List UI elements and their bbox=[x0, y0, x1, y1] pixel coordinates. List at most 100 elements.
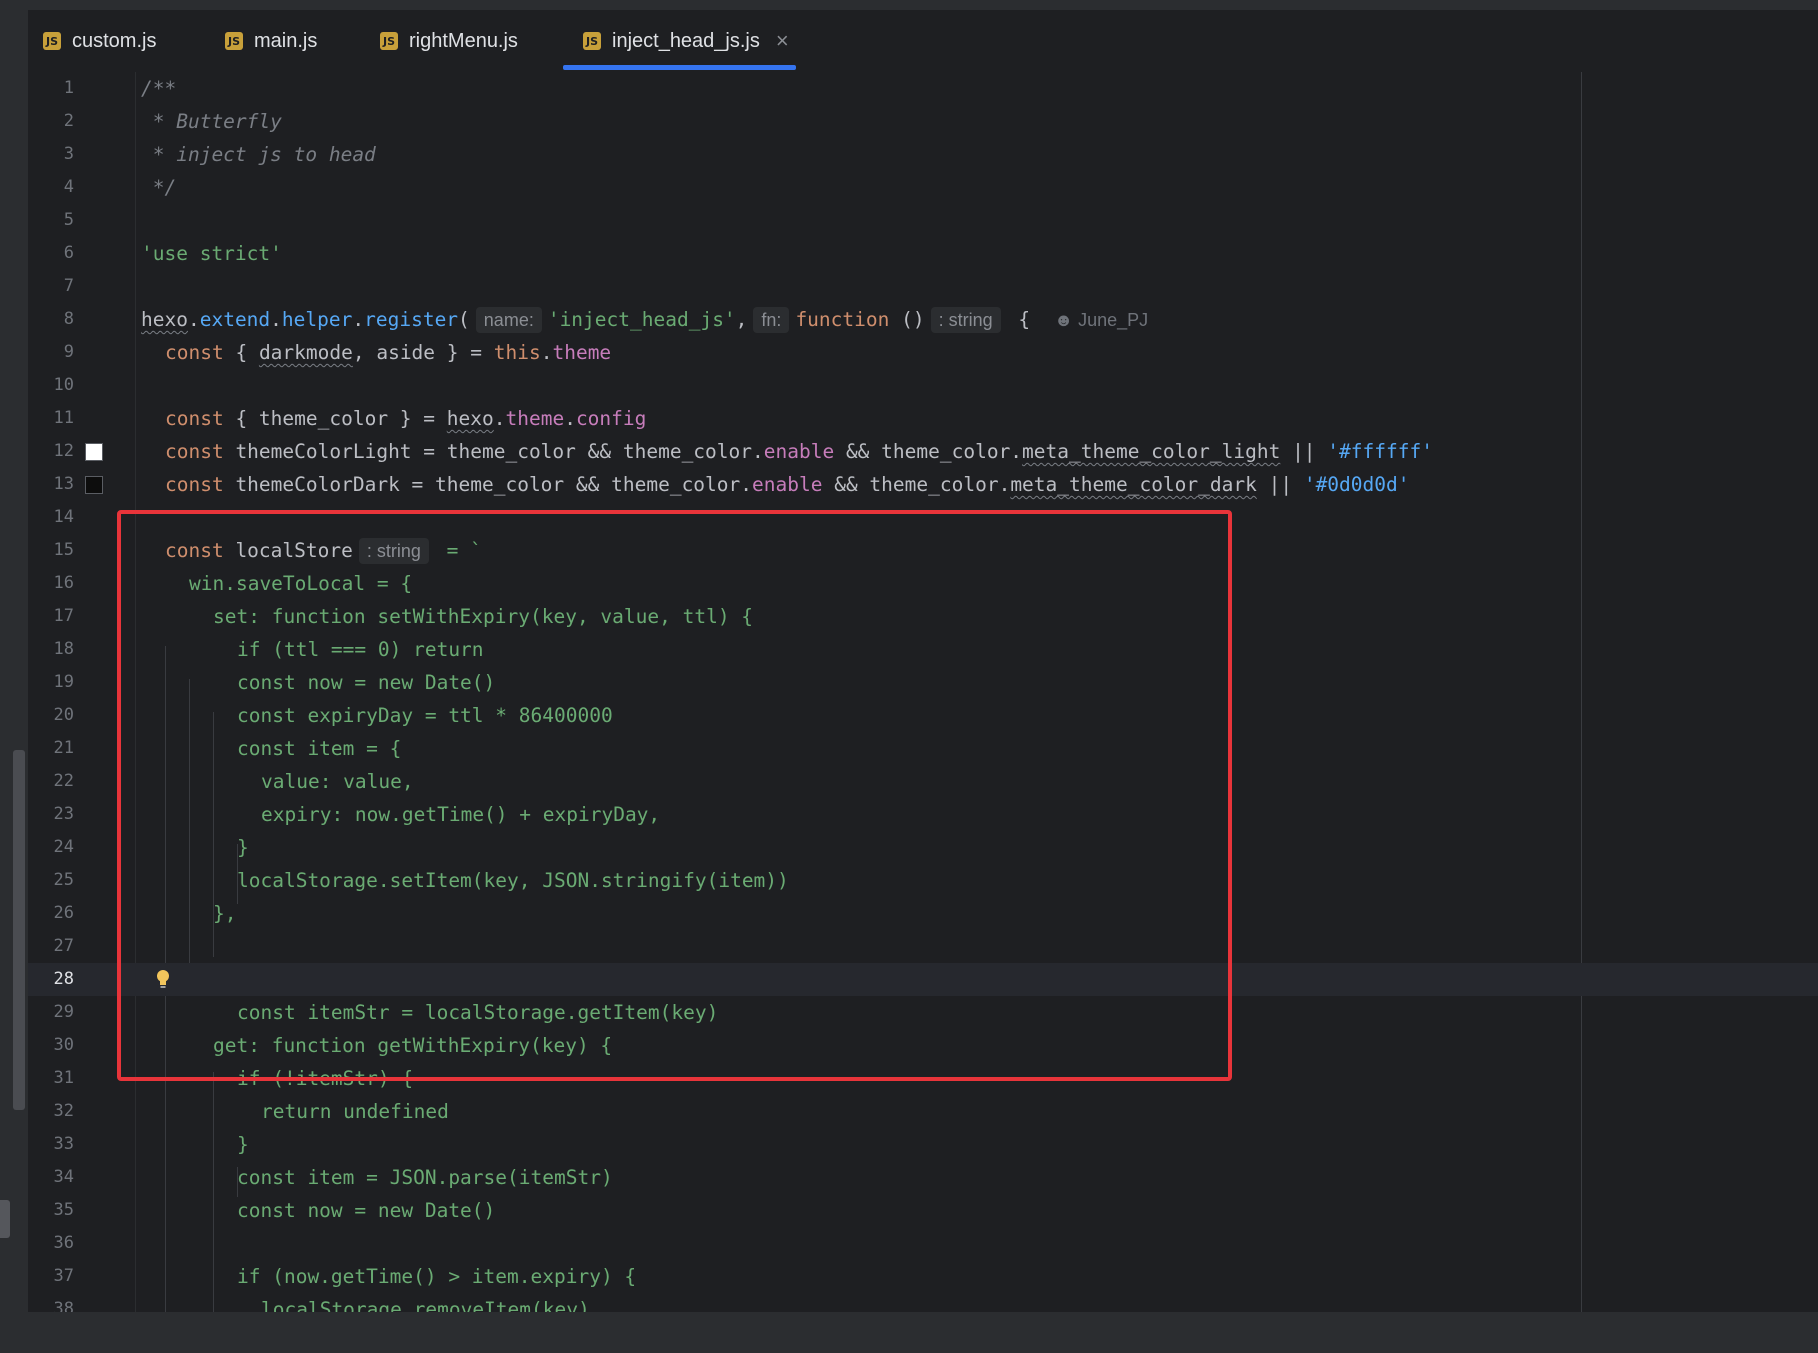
code-line[interactable]: 25 localStorage.setItem(key, JSON.stringi… bbox=[28, 864, 1818, 897]
code-text: expiry: now.getTime() + expiryDay, bbox=[261, 803, 661, 826]
left-scrollbar-thumb[interactable] bbox=[13, 750, 25, 1110]
line-number: 26 bbox=[53, 903, 74, 923]
code-text: * Butterfly bbox=[141, 110, 282, 133]
line-number: 31 bbox=[53, 1068, 74, 1088]
code-text: localStorage.removeItem(key) bbox=[261, 1298, 590, 1312]
code-line[interactable]: 20 const expiryDay = ttl * 86400000 bbox=[28, 699, 1818, 732]
left-tool-strip bbox=[0, 0, 28, 1353]
code-line[interactable]: 9 const { darkmode, aside } = this.theme bbox=[28, 336, 1818, 369]
line-number: 27 bbox=[53, 936, 74, 956]
code-line[interactable]: 36 bbox=[28, 1227, 1818, 1260]
tab-main-js[interactable]: JS main.js bbox=[225, 10, 317, 72]
line-number: 34 bbox=[53, 1167, 74, 1187]
code-text: const { theme_color } = hexo.theme.confi… bbox=[165, 407, 647, 430]
editor-tab-bar: JS custom.js JS main.js JS rightMenu.js … bbox=[28, 10, 1818, 73]
code-line[interactable]: 13 const themeColorDark = theme_color && … bbox=[28, 468, 1818, 501]
js-file-icon: JS bbox=[43, 32, 61, 50]
tab-rightmenu-js[interactable]: JS rightMenu.js bbox=[380, 10, 518, 72]
code-text: } bbox=[237, 1133, 249, 1156]
code-line[interactable]: 12 const themeColorLight = theme_color &&… bbox=[28, 435, 1818, 468]
code-text: if (now.getTime() > item.expiry) { bbox=[237, 1265, 637, 1288]
line-number: 9 bbox=[63, 342, 74, 362]
author-hint[interactable]: ☻ June_PJ bbox=[1054, 310, 1148, 330]
line-number: 17 bbox=[53, 606, 74, 626]
tab-label: inject_head_js.js bbox=[612, 29, 760, 52]
code-text: const itemStr = localStorage.getItem(key… bbox=[237, 1001, 719, 1024]
line-number: 8 bbox=[63, 309, 74, 329]
code-text: if (ttl === 0) return bbox=[237, 638, 484, 661]
code-text: const item = JSON.parse(itemStr) bbox=[237, 1166, 613, 1189]
line-number: 2 bbox=[63, 111, 74, 131]
code-line[interactable]: 8 hexo.extend.helper.register(name:'injec… bbox=[28, 303, 1818, 336]
code-line[interactable]: 7 bbox=[28, 270, 1818, 303]
tab-inject-head-js[interactable]: JS inject_head_js.js × bbox=[583, 10, 789, 72]
code-line[interactable]: 31 if (!itemStr) { bbox=[28, 1062, 1818, 1095]
code-text: const themeColorLight = theme_color && t… bbox=[165, 440, 1433, 463]
line-number: 3 bbox=[63, 144, 74, 164]
status-bar bbox=[0, 1312, 1818, 1353]
code-line[interactable]: 2 * Butterfly bbox=[28, 105, 1818, 138]
tab-custom-js[interactable]: JS custom.js bbox=[43, 10, 156, 72]
code-line[interactable]: 1 /** bbox=[28, 72, 1818, 105]
code-line[interactable]: 11 const { theme_color } = hexo.theme.con… bbox=[28, 402, 1818, 435]
code-text: const item = { bbox=[237, 737, 402, 760]
code-line-current[interactable]: 28 get: function getWithExpiry(key) { bbox=[28, 963, 1818, 1057]
code-line[interactable]: 14 bbox=[28, 501, 1818, 534]
line-number: 24 bbox=[53, 837, 74, 857]
line-number: 18 bbox=[53, 639, 74, 659]
color-swatch-dark[interactable] bbox=[85, 476, 103, 494]
code-line[interactable]: 27 bbox=[28, 930, 1818, 963]
code-text: 'use strict' bbox=[141, 242, 282, 265]
code-line[interactable]: 15 const localStore: string = ` bbox=[28, 534, 1818, 567]
code-line[interactable]: 26}, bbox=[28, 897, 1818, 930]
code-line[interactable]: 10 bbox=[28, 369, 1818, 402]
code-line[interactable]: 6 'use strict' bbox=[28, 237, 1818, 270]
code-line[interactable]: 37 if (now.getTime() > item.expiry) { bbox=[28, 1260, 1818, 1293]
code-text: const expiryDay = ttl * 86400000 bbox=[237, 704, 613, 727]
code-line[interactable]: 19 const now = new Date() bbox=[28, 666, 1818, 699]
js-file-icon: JS bbox=[583, 32, 601, 50]
close-icon[interactable]: × bbox=[776, 28, 789, 54]
left-panel-handle[interactable] bbox=[0, 1200, 10, 1238]
tab-label: main.js bbox=[254, 29, 318, 52]
code-text: */ bbox=[141, 176, 177, 199]
tab-label: custom.js bbox=[72, 29, 157, 52]
line-number: 30 bbox=[53, 1035, 74, 1055]
code-line[interactable]: 30 bbox=[28, 1029, 1818, 1062]
code-line[interactable]: 21 const item = { bbox=[28, 732, 1818, 765]
line-number: 7 bbox=[63, 276, 74, 296]
code-line[interactable]: 4 */ bbox=[28, 171, 1818, 204]
line-number: 16 bbox=[53, 573, 74, 593]
code-line[interactable]: 29 const itemStr = localStorage.getItem(k… bbox=[28, 996, 1818, 1029]
line-number: 22 bbox=[53, 771, 74, 791]
code-line[interactable]: 33} bbox=[28, 1128, 1818, 1161]
line-number: 21 bbox=[53, 738, 74, 758]
code-line[interactable]: 18 if (ttl === 0) return bbox=[28, 633, 1818, 666]
code-line[interactable]: 5 bbox=[28, 204, 1818, 237]
code-line[interactable]: 34 const item = JSON.parse(itemStr) bbox=[28, 1161, 1818, 1194]
line-number: 29 bbox=[53, 1002, 74, 1022]
code-text: /** bbox=[141, 77, 177, 100]
line-number: 33 bbox=[53, 1134, 74, 1154]
code-line[interactable]: 32 return undefined bbox=[28, 1095, 1818, 1128]
color-swatch-light[interactable] bbox=[85, 443, 103, 461]
code-line[interactable]: 16 win.saveToLocal = { bbox=[28, 567, 1818, 600]
code-text: const now = new Date() bbox=[237, 671, 496, 694]
code-line[interactable]: 24} bbox=[28, 831, 1818, 864]
code-text: return undefined bbox=[261, 1100, 449, 1123]
code-line[interactable]: 35 const now = new Date() bbox=[28, 1194, 1818, 1227]
code-text: value: value, bbox=[261, 770, 414, 793]
tab-label: rightMenu.js bbox=[409, 29, 518, 52]
code-line[interactable]: 17 set: function setWithExpiry(key, value… bbox=[28, 600, 1818, 633]
code-text: set: function setWithExpiry(key, value, … bbox=[213, 605, 754, 628]
code-line[interactable]: 3 * inject js to head bbox=[28, 138, 1818, 171]
line-number: 4 bbox=[63, 177, 74, 197]
code-line[interactable]: 38 localStorage.removeItem(key) bbox=[28, 1293, 1818, 1312]
lightbulb-icon[interactable] bbox=[156, 969, 170, 991]
code-editor[interactable]: 1 /** 2 * Butterfly 3 * inject js to head… bbox=[28, 72, 1818, 1312]
code-line[interactable]: 23 expiry: now.getTime() + expiryDay, bbox=[28, 798, 1818, 831]
line-number: 36 bbox=[53, 1233, 74, 1253]
type-hint: : string bbox=[358, 538, 429, 564]
code-line[interactable]: 22 value: value, bbox=[28, 765, 1818, 798]
code-text: if (!itemStr) { bbox=[237, 1067, 414, 1090]
